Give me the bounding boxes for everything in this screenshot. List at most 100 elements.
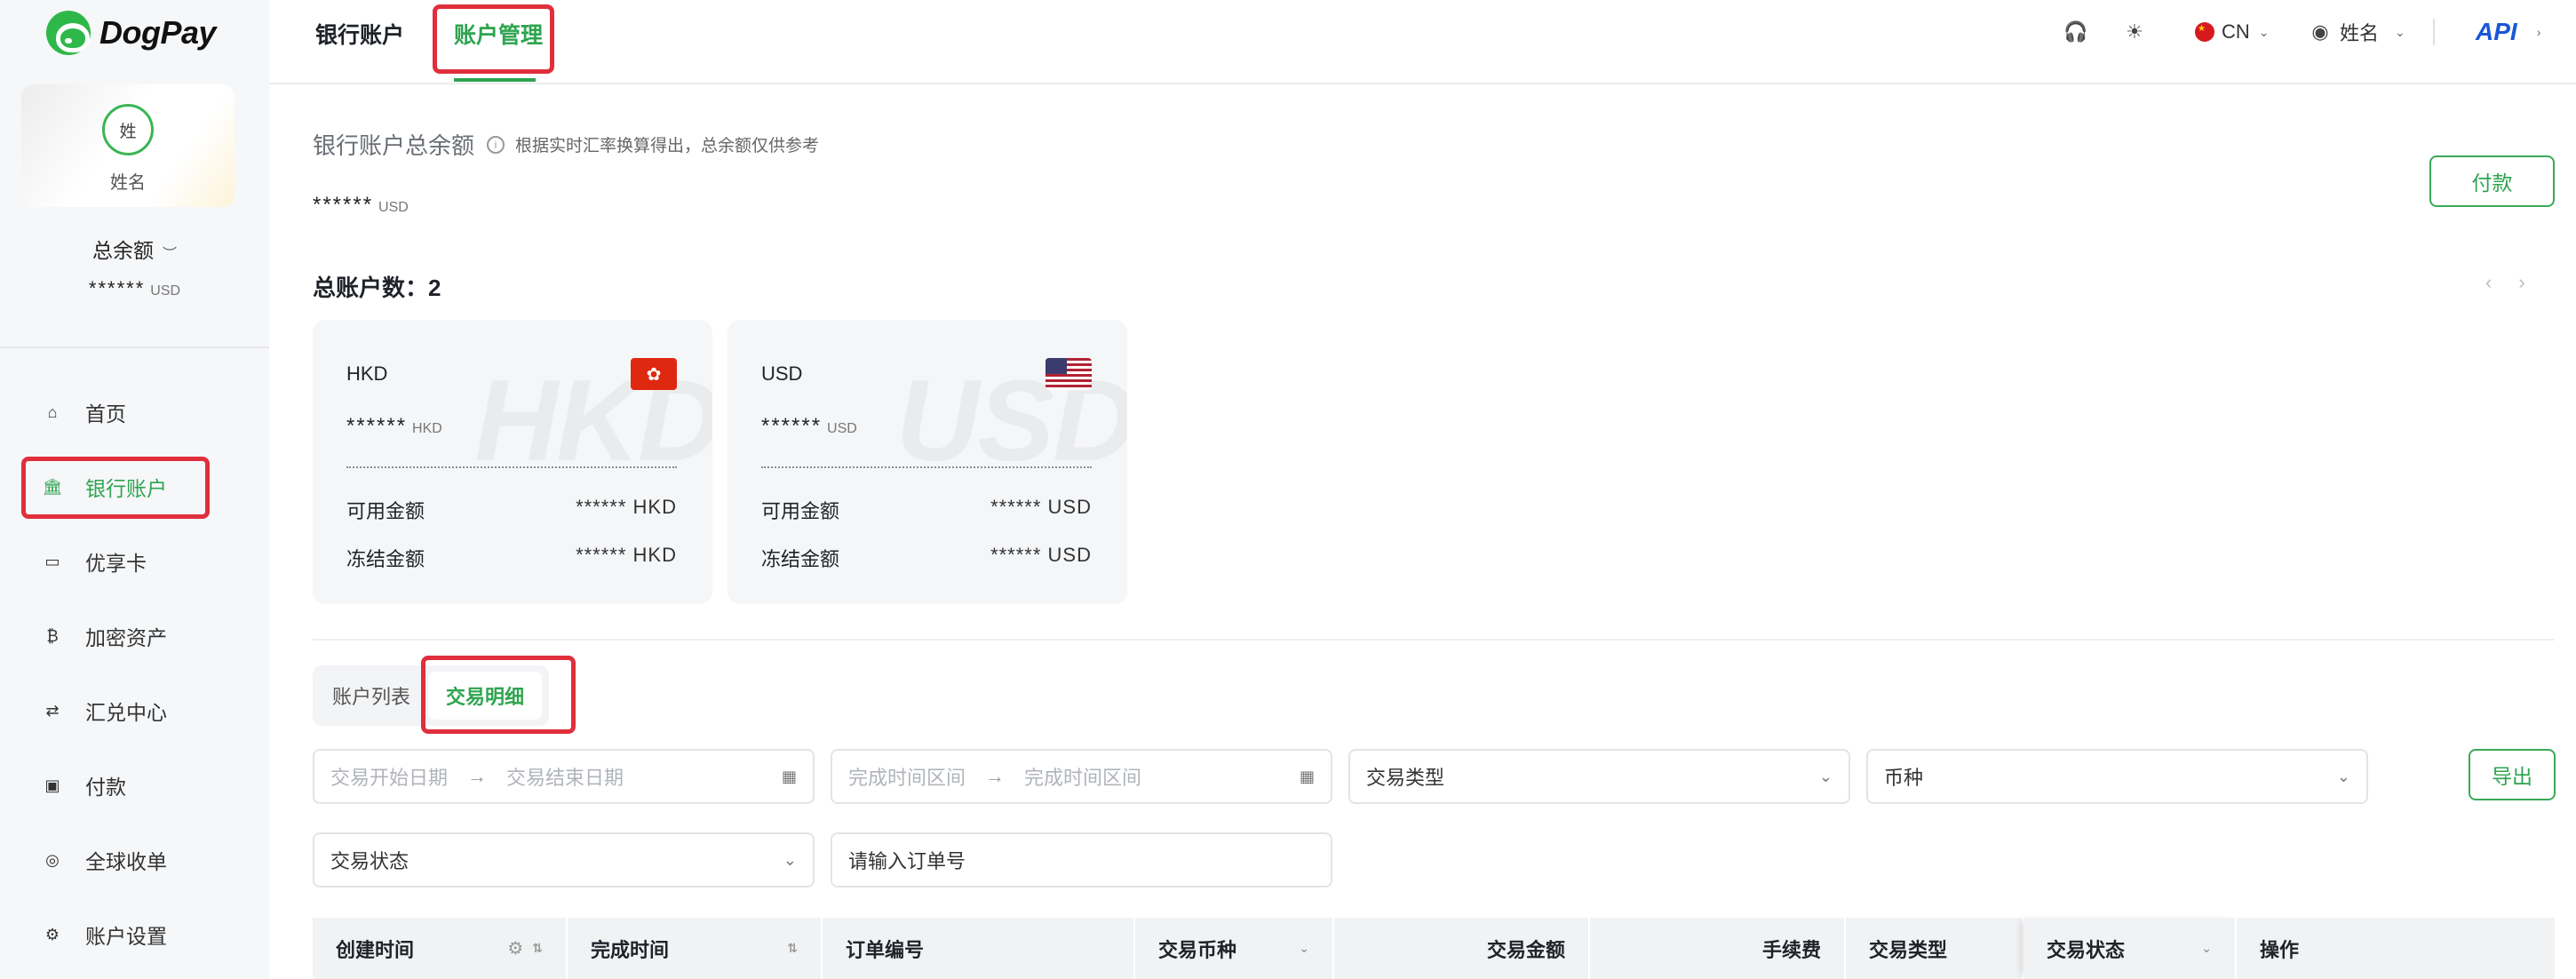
pay-button[interactable]: 付款 xyxy=(2429,155,2555,207)
card-balance: ****** HKD xyxy=(346,414,442,439)
column-actions: 操作 xyxy=(2237,918,2555,979)
export-button[interactable]: 导出 xyxy=(2469,749,2556,800)
section-divider xyxy=(313,639,2555,641)
chevron-down-icon[interactable]: ⌄ xyxy=(2201,941,2212,956)
user-name: 姓名 xyxy=(2340,22,2380,44)
column-created-time[interactable]: 创建时间 ⚙ ⇅ xyxy=(313,918,568,979)
trade-date-range-picker[interactable]: 交易开始日期 → 交易结束日期 ▦ xyxy=(313,749,815,804)
top-header: 银行账户 账户管理 🎧 ☀ CN ⌄ ◉ 姓名 ⌄ API › xyxy=(269,0,2576,84)
column-completed-time[interactable]: 完成时间 ⇅ xyxy=(568,918,823,979)
sidebar-item-global-collect[interactable]: ◎ 全球收单 xyxy=(21,823,254,897)
column-fee: 手续费 xyxy=(1590,918,1846,979)
support-button[interactable]: 🎧 xyxy=(2063,18,2088,46)
sidebar-balance-label: 总余额 xyxy=(91,239,154,262)
exchange-icon: ⇄ xyxy=(45,701,60,720)
available-value: ****** USD xyxy=(990,496,1092,518)
card-divider xyxy=(761,466,1092,468)
total-balance-label: 银行账户总余额 xyxy=(313,132,475,159)
chevron-down-icon: ⌄ xyxy=(1818,767,1833,785)
separator xyxy=(2433,19,2435,45)
language-selector[interactable]: CN ⌄ xyxy=(2195,18,2270,46)
sidebar-divider xyxy=(0,346,269,348)
arrow-right-icon: → xyxy=(985,765,1006,787)
user-menu[interactable]: ◉ 姓名 ⌄ xyxy=(2308,18,2405,46)
card-balance-unit: HKD xyxy=(412,421,442,436)
completion-date-range-picker[interactable]: 完成时间区间 → 完成时间区间 ▦ xyxy=(831,749,1332,804)
sidebar-item-label: 加密资产 xyxy=(85,626,167,649)
transactions-table-header: 创建时间 ⚙ ⇅ 完成时间 ⇅ 订单编号 交易币种 ⌄ 交易金额 手续费 交易类型… xyxy=(313,918,2555,979)
account-count-value: 2 xyxy=(428,275,441,301)
column-label: 手续费 xyxy=(1761,938,1821,961)
chevron-down-icon[interactable]: ⌄ xyxy=(1299,941,1309,956)
logo[interactable]: DogPay xyxy=(46,11,217,55)
card-currency: USD xyxy=(761,362,803,385)
sidebar-item-payment[interactable]: ▣ 付款 xyxy=(21,748,254,823)
total-balance-unit: USD xyxy=(378,200,409,215)
chevron-down-icon: ⌄ xyxy=(2395,24,2405,39)
header-separator xyxy=(2433,18,2435,46)
eye-closed-icon[interactable]: ︶ xyxy=(163,242,177,263)
currency-placeholder: 币种 xyxy=(1884,767,1924,789)
column-trade-type: 交易类型 xyxy=(1846,918,2023,979)
highlight-box-sidebar xyxy=(21,457,210,519)
order-number-input[interactable]: 请输入订单号 xyxy=(831,832,1332,887)
global-collect-icon: ◎ xyxy=(45,850,60,869)
theme-toggle[interactable]: ☀ xyxy=(2122,18,2147,46)
us-flag-icon xyxy=(1046,358,1092,390)
card-icon: ▭ xyxy=(44,552,60,570)
card-balance-amount: ****** xyxy=(761,414,823,438)
sidebar-item-label: 付款 xyxy=(85,776,126,799)
column-trade-currency[interactable]: 交易币种 ⌄ xyxy=(1135,918,1334,979)
wallet-icon: ▣ xyxy=(44,776,60,794)
active-tab-underline xyxy=(454,78,536,82)
tab-account-list[interactable]: 账户列表 xyxy=(320,672,423,720)
sidebar-item-exchange[interactable]: ⇄ 汇兑中心 xyxy=(21,673,254,748)
column-order-number: 订单编号 xyxy=(823,918,1135,979)
china-flag-icon xyxy=(2195,22,2214,42)
trade-end-placeholder: 交易结束日期 xyxy=(506,767,624,789)
account-count: 总账户数：2 xyxy=(313,270,441,303)
main-content: 银行账户总余额 i 根据实时汇率换算得出，总余额仅供参考 ****** USD 付… xyxy=(269,86,2576,979)
frozen-label: 冻结金额 xyxy=(761,548,840,570)
sidebar-balance-amount: ****** xyxy=(88,277,146,299)
home-icon: ⌂ xyxy=(47,402,58,421)
card-available-row: 可用金额 ****** USD xyxy=(761,496,1092,524)
info-icon[interactable]: i xyxy=(487,135,505,154)
sidebar-item-settings[interactable]: ⚙ 账户设置 xyxy=(21,897,254,972)
chevron-left-icon[interactable]: ‹ xyxy=(2485,271,2518,293)
done-start-placeholder: 完成时间区间 xyxy=(848,767,966,789)
frozen-value: ****** HKD xyxy=(576,544,677,566)
api-link[interactable]: API › xyxy=(2476,18,2540,46)
column-label: 交易类型 xyxy=(1869,938,1948,961)
chevron-right-icon[interactable]: › xyxy=(2518,271,2551,293)
card-pager: ‹› xyxy=(2485,271,2552,294)
card-divider xyxy=(346,466,677,468)
chevron-down-icon: ⌄ xyxy=(2258,24,2270,39)
trade-type-select[interactable]: 交易类型 ⌄ xyxy=(1348,749,1850,804)
trade-status-select[interactable]: 交易状态 ⌄ xyxy=(313,832,815,887)
order-number-placeholder: 请输入订单号 xyxy=(848,850,966,872)
sidebar-item-label: 账户设置 xyxy=(85,925,167,948)
card-balance-unit: USD xyxy=(827,421,857,436)
sort-icon[interactable]: ⇅ xyxy=(532,941,543,956)
sidebar-item-label: 全球收单 xyxy=(85,850,167,873)
sidebar-item-crypto[interactable]: ₿ 加密资产 xyxy=(21,599,254,673)
available-label: 可用金额 xyxy=(346,500,425,522)
account-card-usd[interactable]: USD USD ****** USD 可用金额 ****** USD 冻结金额 *… xyxy=(727,320,1127,604)
tab-bank-account[interactable]: 银行账户 xyxy=(315,18,404,50)
account-card-hkd[interactable]: HKD HKD ✿ ****** HKD 可用金额 ****** HKD 冻结金额… xyxy=(313,320,712,604)
gear-icon[interactable]: ⚙ xyxy=(507,937,523,959)
sort-icon[interactable]: ⇅ xyxy=(787,941,798,956)
column-trade-status[interactable]: 交易状态 ⌄ xyxy=(2023,918,2237,979)
currency-select[interactable]: 币种 ⌄ xyxy=(1866,749,2368,804)
profile-card[interactable]: 姓 姓名 xyxy=(21,84,235,207)
hong-kong-flag-icon: ✿ xyxy=(631,358,677,390)
column-label: 交易状态 xyxy=(2047,938,2126,961)
frozen-value: ****** USD xyxy=(990,544,1092,566)
profile-name: 姓名 xyxy=(110,173,146,193)
sidebar-item-home[interactable]: ⌂ 首页 xyxy=(21,375,254,450)
sidebar-item-card[interactable]: ▭ 优享卡 xyxy=(21,524,254,599)
total-balance-amount: ****** xyxy=(313,193,374,217)
trade-start-placeholder: 交易开始日期 xyxy=(330,767,449,789)
gear-icon: ⚙ xyxy=(44,925,60,943)
